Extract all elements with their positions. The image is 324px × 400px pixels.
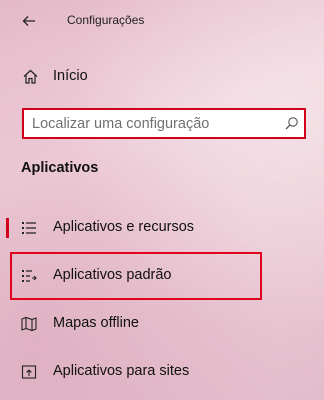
nav-apps-for-websites[interactable]: Aplicativos para sites [0,350,300,394]
nav-default-apps[interactable]: Aplicativos padrão [0,254,300,298]
home-label: Início [53,68,88,84]
default-apps-icon [22,270,37,282]
nav-offline-maps[interactable]: Mapas offline [0,302,300,346]
search-box[interactable] [22,108,306,139]
window-title: Configurações [67,13,145,27]
nav-default-apps-label: Aplicativos padrão [53,267,172,283]
back-button[interactable] [14,6,44,36]
nav-apps-features[interactable]: Aplicativos e recursos [0,206,300,250]
home-icon [23,69,38,84]
nav-apps-features-label: Aplicativos e recursos [53,219,195,235]
apps-for-websites-icon [21,365,37,379]
nav-offline-maps-label: Mapas offline [53,315,139,331]
section-title: Aplicativos [21,160,99,176]
apps-features-icon [22,222,36,234]
nav-home[interactable]: Início [0,58,324,94]
search-input[interactable] [32,114,280,134]
search-icon[interactable] [284,116,299,131]
title-bar: Configurações [0,0,324,42]
back-arrow-icon [22,16,35,26]
offline-maps-icon [21,316,37,332]
nav-apps-for-websites-label: Aplicativos para sites [53,363,190,379]
